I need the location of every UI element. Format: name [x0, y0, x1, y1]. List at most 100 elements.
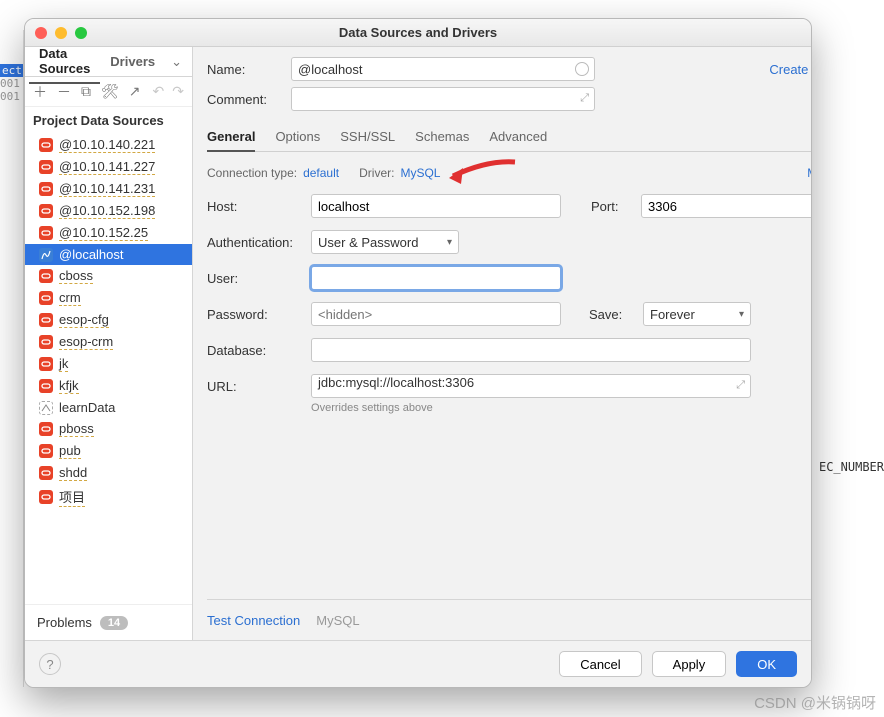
driver-label: Driver:	[359, 166, 394, 180]
ok-button[interactable]: OK	[736, 651, 797, 677]
export-icon[interactable]: ↗	[129, 83, 141, 100]
data-source-item[interactable]: shdd	[25, 462, 192, 484]
tab-ssh-ssl[interactable]: SSH/SSL	[340, 123, 395, 151]
more-options-link[interactable]: More Options ⌄	[807, 166, 812, 180]
url-input[interactable]: jdbc:mysql://localhost:3306 ⤢	[311, 374, 751, 398]
bg-code-fragment: EC_NUMBER	[819, 460, 884, 474]
data-sources-dialog: Data Sources and Drivers Data Sources Dr…	[24, 18, 812, 688]
data-source-item[interactable]: @10.10.140.221	[25, 134, 192, 156]
oracle-icon	[39, 160, 53, 174]
data-source-label: learnData	[59, 400, 115, 415]
oracle-icon	[39, 291, 53, 305]
name-input[interactable]: @localhost	[291, 57, 595, 81]
data-source-item[interactable]: @10.10.152.198	[25, 200, 192, 222]
data-source-item[interactable]: crm	[25, 287, 192, 309]
apply-button[interactable]: Apply	[652, 651, 727, 677]
data-source-item[interactable]: learnData	[25, 397, 192, 418]
data-source-label: @10.10.152.198	[59, 203, 155, 219]
oracle-icon	[39, 422, 53, 436]
data-source-label: 项目	[59, 487, 85, 507]
driver-name-label: MySQL	[316, 613, 359, 628]
data-source-label: @10.10.141.231	[59, 181, 155, 197]
data-source-item[interactable]: esop-crm	[25, 331, 192, 353]
port-input[interactable]	[641, 194, 812, 218]
data-source-item[interactable]: pub	[25, 440, 192, 462]
unknown-db-icon	[39, 401, 53, 415]
oracle-icon	[39, 204, 53, 218]
data-source-item[interactable]: kfjk	[25, 375, 192, 397]
password-label: Password:	[207, 307, 301, 322]
data-source-item[interactable]: cboss	[25, 265, 192, 287]
driver-link[interactable]: MySQL	[400, 166, 440, 180]
data-source-item[interactable]: @10.10.141.227	[25, 156, 192, 178]
redo-icon[interactable]: ↷	[172, 83, 184, 100]
oracle-icon	[39, 182, 53, 196]
tab-schemas[interactable]: Schemas	[415, 123, 469, 151]
add-icon[interactable]: ＋	[33, 82, 47, 102]
oracle-icon	[39, 335, 53, 349]
host-input[interactable]	[311, 194, 561, 218]
data-source-item[interactable]: @10.10.141.231	[25, 178, 192, 200]
color-indicator-icon[interactable]	[575, 62, 589, 76]
save-label: Save:	[589, 307, 633, 322]
problems-label: Problems	[37, 615, 92, 630]
data-source-item[interactable]: jk	[25, 353, 192, 375]
tab-general[interactable]: General	[207, 123, 255, 152]
tab-options[interactable]: Options	[275, 123, 320, 151]
oracle-icon	[39, 269, 53, 283]
duplicate-icon[interactable]: ⧉	[81, 83, 91, 100]
password-input[interactable]	[311, 302, 561, 326]
url-label: URL:	[207, 379, 301, 394]
database-input[interactable]	[311, 338, 751, 362]
host-label: Host:	[207, 199, 301, 214]
save-select[interactable]: Forever	[643, 302, 751, 326]
data-source-label: esop-cfg	[59, 312, 109, 328]
oracle-icon	[39, 226, 53, 240]
port-label: Port:	[591, 199, 631, 214]
data-source-label: pboss	[59, 421, 94, 437]
oracle-icon	[39, 357, 53, 371]
data-source-label: shdd	[59, 465, 87, 481]
mysql-icon	[39, 248, 53, 262]
expand-icon[interactable]: ⤢	[580, 92, 589, 105]
data-source-label: @10.10.140.221	[59, 137, 155, 153]
cancel-button[interactable]: Cancel	[559, 651, 641, 677]
expand-icon[interactable]: ⤢	[736, 379, 745, 392]
help-button[interactable]: ?	[39, 653, 61, 675]
authentication-select[interactable]: User & Password	[311, 230, 459, 254]
data-source-label: @10.10.152.25	[59, 225, 148, 241]
oracle-icon	[39, 444, 53, 458]
database-label: Database:	[207, 343, 301, 358]
dialog-footer: ? Cancel Apply OK	[25, 640, 811, 687]
tab-advanced[interactable]: Advanced	[489, 123, 547, 151]
connection-type-label: Connection type:	[207, 166, 297, 180]
gutter: ect 001 001	[0, 30, 24, 687]
auth-label: Authentication:	[207, 235, 301, 250]
oracle-icon	[39, 138, 53, 152]
user-input[interactable]	[311, 266, 561, 290]
problems-count: 14	[100, 616, 128, 630]
data-source-item[interactable]: esop-cfg	[25, 309, 192, 331]
titlebar[interactable]: Data Sources and Drivers	[25, 19, 811, 47]
annotation-arrow-icon	[447, 158, 517, 191]
undo-icon[interactable]: ↶	[153, 83, 165, 100]
oracle-icon	[39, 490, 53, 504]
chevron-down-icon[interactable]: ⌄	[165, 54, 188, 70]
name-label: Name:	[207, 62, 281, 77]
wrench-icon[interactable]: 🛠	[101, 83, 119, 100]
test-connection-link[interactable]: Test Connection	[207, 613, 300, 628]
data-source-label: crm	[59, 290, 81, 306]
data-source-item[interactable]: @10.10.152.25	[25, 222, 192, 244]
tab-drivers[interactable]: Drivers	[100, 48, 165, 75]
comment-input[interactable]: ⤢	[291, 87, 595, 111]
remove-icon[interactable]: －	[57, 82, 71, 102]
create-ddl-mapping-link[interactable]: Create DDL Mapping	[769, 62, 812, 77]
problems-row[interactable]: Problems 14	[25, 604, 192, 640]
oracle-icon	[39, 313, 53, 327]
oracle-icon	[39, 379, 53, 393]
data-source-item[interactable]: @localhost	[25, 244, 192, 265]
connection-type-value[interactable]: default	[303, 166, 339, 180]
data-source-item[interactable]: pboss	[25, 418, 192, 440]
data-source-item[interactable]: 项目	[25, 484, 192, 510]
dialog-title: Data Sources and Drivers	[25, 25, 811, 40]
